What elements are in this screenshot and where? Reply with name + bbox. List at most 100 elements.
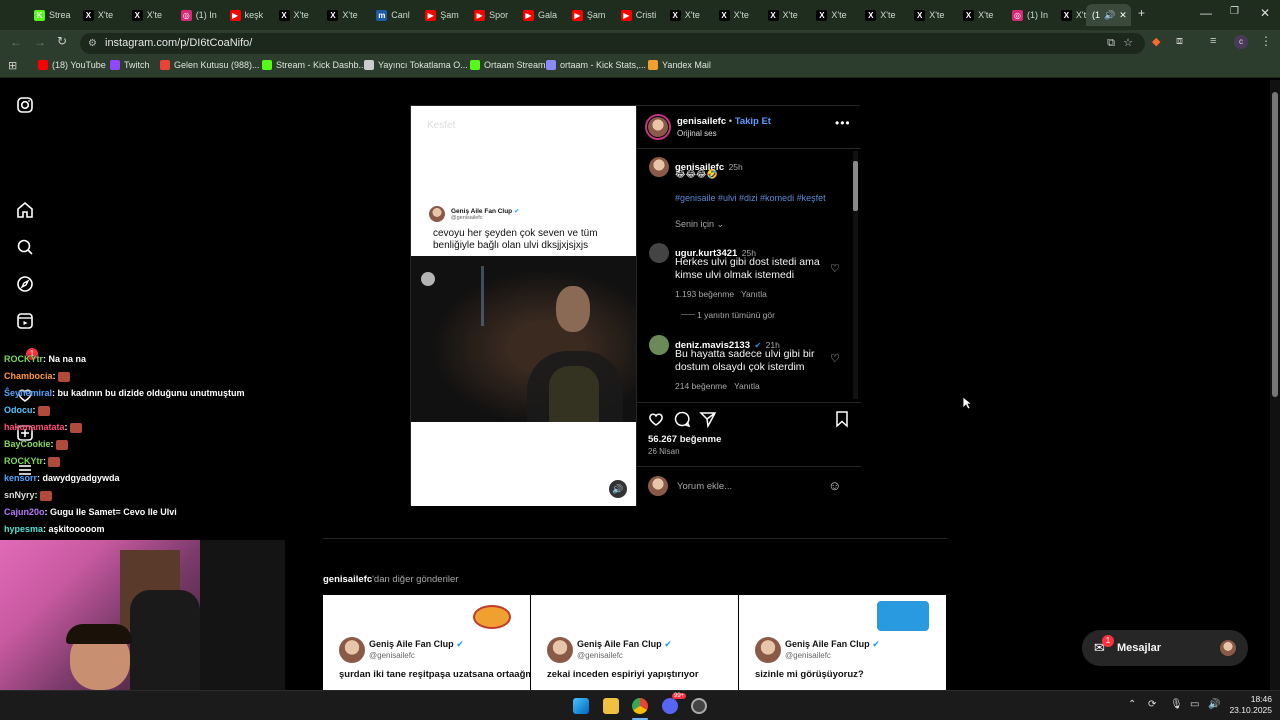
for-you-dropdown[interactable]: Senin için ⌄ <box>675 219 724 230</box>
browser-tab[interactable]: X X'te <box>126 4 172 26</box>
bookmark-item[interactable]: Gelen Kutusu (988)... <box>160 60 260 70</box>
browser-tab[interactable]: ▶ Gala <box>517 4 563 26</box>
file-explorer-icon[interactable] <box>603 698 619 714</box>
bookmark-item[interactable]: Yayıncı Tokatlama O... <box>364 60 468 70</box>
back-icon[interactable]: ← <box>10 35 22 49</box>
browser-tab[interactable]: X X'te <box>810 4 856 26</box>
new-tab-button[interactable]: + <box>1138 6 1145 20</box>
close-tab-icon[interactable]: ✕ <box>1119 10 1127 21</box>
like-heart-icon[interactable] <box>647 410 665 428</box>
bookmark-item[interactable]: Ortaam Stream <box>470 60 546 70</box>
comment-input[interactable]: Yorum ekle... <box>677 481 732 492</box>
media-control-icon[interactable]: ≡ <box>1210 35 1216 47</box>
tab-active[interactable]: (1 🔊 ✕ <box>1086 4 1131 26</box>
home-icon[interactable] <box>16 201 34 219</box>
browser-tab[interactable]: ▶ Spor <box>468 4 514 26</box>
browser-tab[interactable]: X X'te <box>713 4 759 26</box>
clock[interactable]: 18:46 23.10.2025 <box>1222 694 1272 716</box>
bookmark-star-icon[interactable]: ☆ <box>1123 33 1133 54</box>
address-bar[interactable]: ⚙ instagram.com/p/DI6tCoaNifo/ ⧉ ☆ <box>80 33 1145 54</box>
follow-button[interactable]: Takip Et <box>735 116 771 127</box>
profile-avatar[interactable]: c <box>1234 35 1248 49</box>
page-scroll-thumb[interactable] <box>1272 92 1278 397</box>
browser-tab[interactable]: m Canl <box>370 4 416 26</box>
comment-icon[interactable] <box>673 410 691 428</box>
site-info-icon[interactable]: ⚙ <box>88 33 97 54</box>
browser-tab[interactable]: ▶ Şam <box>419 4 465 26</box>
page-scrollbar[interactable] <box>1270 80 1280 690</box>
browser-tab[interactable]: ▶ Şam <box>566 4 612 26</box>
comment-2-avatar[interactable] <box>649 335 669 355</box>
comment-1-avatar[interactable] <box>649 243 669 263</box>
view-replies-link[interactable]: 1 yanıtın tümünü gör <box>697 310 775 320</box>
browser-tab[interactable]: X X'te <box>957 4 1003 26</box>
browser-tab[interactable]: X X'te <box>859 4 905 26</box>
steam-icon[interactable] <box>691 698 707 714</box>
more-options-icon[interactable]: ••• <box>835 116 851 130</box>
browser-tab[interactable]: X X'te <box>908 4 954 26</box>
bookmark-item[interactable]: Twitch <box>110 60 150 70</box>
extension-icon[interactable]: ◆ <box>1152 35 1160 48</box>
bookmark-item[interactable]: Stream - Kick Dashb... <box>262 60 366 70</box>
comment-2-likes[interactable]: 214 beğenme <box>675 381 727 391</box>
grid-post-1[interactable]: Geniş Aile Fan Clup ✔ @genisailefc şurda… <box>323 595 530 690</box>
bookmark-item[interactable]: ortaam - Kick Stats,... <box>546 60 646 70</box>
apps-grid-icon[interactable]: ⊞ <box>8 59 17 72</box>
bookmark-item[interactable]: (18) YouTube <box>38 60 106 70</box>
search-icon[interactable] <box>16 238 34 256</box>
volume-tray-icon[interactable]: 🔊 <box>1208 699 1220 710</box>
comments-scrollbar[interactable] <box>853 151 858 399</box>
save-bookmark-icon[interactable] <box>833 410 851 428</box>
comment-1-like-icon[interactable]: ♡ <box>830 262 840 275</box>
browser-tab[interactable]: ◎ (1) In <box>1006 4 1052 26</box>
reload-icon[interactable]: ↻ <box>57 34 67 48</box>
restore-button[interactable]: ❐ <box>1230 6 1239 17</box>
network-icon[interactable]: ▭ <box>1190 699 1199 710</box>
share-icon[interactable] <box>699 410 717 428</box>
browser-tab[interactable]: ▶ keşk <box>224 4 270 26</box>
extensions-puzzle-icon[interactable]: ⧈ <box>1176 35 1183 48</box>
browser-tab[interactable]: X X'te <box>321 4 367 26</box>
grid-post-2[interactable]: Geniş Aile Fan Clup ✔ @genisailefc zekai… <box>531 595 738 690</box>
chrome-icon[interactable] <box>632 698 648 714</box>
caption-hashtags[interactable]: #genisaile #ulvi #dizi #komedi #keşfet <box>675 193 826 203</box>
browser-tab[interactable]: X X'te <box>664 4 710 26</box>
minimize-button[interactable]: — <box>1200 6 1212 20</box>
tray-chevron-icon[interactable]: ⌃ <box>1128 699 1136 710</box>
audio-label[interactable]: Orijinal ses <box>677 129 717 138</box>
microphone-icon[interactable]: 🎙 <box>1170 699 1183 710</box>
comment-2-like-icon[interactable]: ♡ <box>830 352 840 365</box>
forward-icon[interactable]: → <box>34 35 46 49</box>
comment-1-likes[interactable]: 1.193 beğenme <box>675 289 734 299</box>
messages-button[interactable]: ✉ 1 Mesajlar <box>1082 630 1248 666</box>
likes-count[interactable]: 56.267 beğenme <box>648 434 721 445</box>
browser-tab[interactable]: X X'te <box>762 4 808 26</box>
close-window-button[interactable]: ✕ <box>1260 6 1270 20</box>
author-avatar-ring[interactable] <box>645 114 671 140</box>
bookmark-item[interactable]: Yandex Mail <box>648 60 711 70</box>
grid-post-3[interactable]: Geniş Aile Fan Clup ✔ @genisailefc sizin… <box>739 595 946 690</box>
comment-2-reply[interactable]: Yanıtla <box>734 381 760 391</box>
browser-tab[interactable]: X X'te <box>77 4 123 26</box>
discord-icon[interactable] <box>662 698 678 714</box>
volume-icon[interactable]: 🔊 <box>609 480 627 498</box>
comment-1-reply[interactable]: Yanıtla <box>741 289 767 299</box>
emoji-icon[interactable]: ☺ <box>828 478 841 493</box>
browser-tab[interactable]: ▶ Cristi <box>615 4 661 26</box>
browser-tab[interactable]: K Strea <box>28 4 74 26</box>
tray-sync-icon[interactable]: ⟳ <box>1148 699 1156 710</box>
caption-avatar[interactable] <box>649 157 669 177</box>
install-app-icon[interactable]: ⧉ <box>1107 33 1115 54</box>
comments-scroll-thumb[interactable] <box>853 161 858 211</box>
instagram-logo-icon[interactable] <box>16 96 34 114</box>
x-icon: X <box>767 9 779 21</box>
browser-tab[interactable]: ◎ (1) In <box>175 4 221 26</box>
browser-tab[interactable]: X X'te <box>273 4 319 26</box>
author-username[interactable]: genisailefc <box>677 116 726 127</box>
explore-icon[interactable] <box>16 275 34 293</box>
menu-icon[interactable]: ⋮ <box>1260 34 1272 48</box>
windows-start-icon[interactable] <box>573 698 589 714</box>
reels-icon[interactable] <box>16 312 34 330</box>
more-posts-username[interactable]: genisailefc <box>323 574 372 585</box>
post-media-video[interactable]: Kesfet Geniş Aile Fan Clup ✔ @genisailef… <box>411 106 636 506</box>
